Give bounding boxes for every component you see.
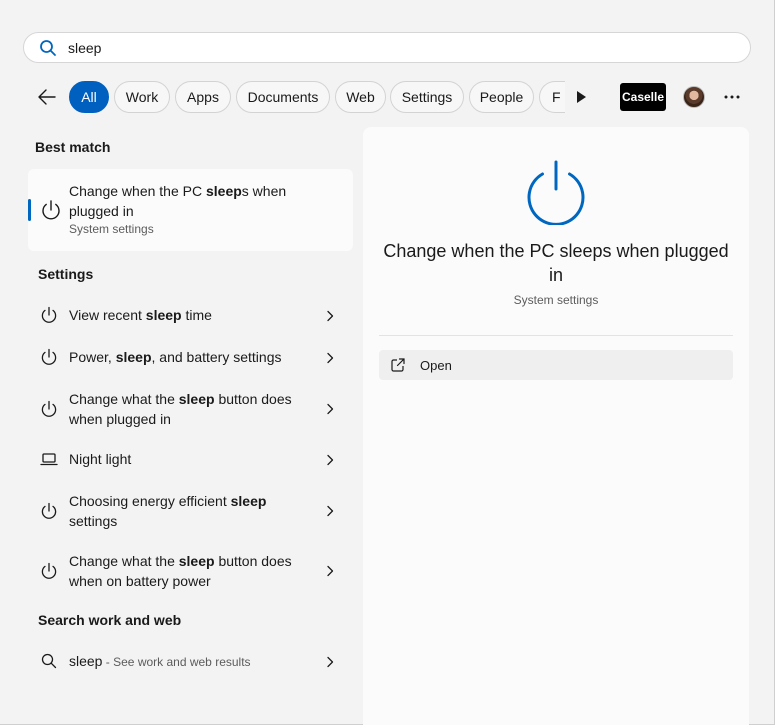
power-icon	[525, 159, 587, 226]
best-match-result[interactable]: Change when the PC sleeps when plugged i…	[28, 169, 353, 251]
search-bar[interactable]	[23, 32, 751, 63]
detail-pane: Change when the PC sleeps when plugged i…	[363, 127, 749, 725]
filter-row: All Work Apps Documents Web Settings Peo…	[33, 81, 753, 113]
web-search-result[interactable]: sleep - See work and web results	[28, 649, 353, 673]
more-options-button[interactable]	[721, 86, 743, 108]
avatar[interactable]	[683, 86, 705, 108]
best-match-subtitle: System settings	[69, 222, 154, 236]
power-icon	[40, 348, 58, 366]
label-text: Night light	[69, 451, 132, 467]
label-highlight: sleep	[178, 553, 215, 569]
chevron-right-icon	[324, 655, 336, 668]
chip-folders[interactable]: F	[539, 81, 565, 113]
settings-item-power-sleep-battery[interactable]: Power, sleep, and battery settings	[28, 345, 353, 369]
chevron-right-icon	[324, 402, 336, 415]
settings-item-sleep-button-battery[interactable]: Change what the sleep button does when o…	[28, 549, 353, 593]
open-external-icon	[390, 357, 406, 373]
label-text: Change what the	[69, 553, 179, 569]
power-icon	[40, 502, 58, 520]
scroll-right-button[interactable]	[573, 89, 589, 105]
settings-item-label: Choosing energy efficient sleep settings	[69, 491, 299, 531]
settings-item-recent-sleep[interactable]: View recent sleep time	[28, 303, 353, 327]
settings-item-energy-efficient-sleep[interactable]: Choosing energy efficient sleep settings	[28, 489, 353, 533]
settings-item-label: View recent sleep time	[69, 305, 299, 325]
settings-item-sleep-button-plugged[interactable]: Change what the sleep button does when p…	[28, 387, 353, 431]
power-icon	[40, 562, 58, 580]
settings-item-label: Change what the sleep button does when o…	[69, 551, 299, 591]
play-icon	[577, 91, 586, 103]
search-window: All Work Apps Documents Web Settings Peo…	[0, 0, 775, 725]
ellipsis-icon	[724, 95, 740, 99]
chip-people[interactable]: People	[469, 81, 534, 113]
divider	[379, 335, 733, 336]
label-text: Power,	[69, 349, 116, 365]
search-web-heading: Search work and web	[38, 612, 182, 628]
chip-apps[interactable]: Apps	[175, 81, 231, 113]
web-search-label: sleep - See work and web results	[69, 651, 299, 672]
chip-web[interactable]: Web	[335, 81, 386, 113]
settings-heading: Settings	[38, 266, 94, 282]
title-highlight: sleep	[205, 183, 242, 199]
org-badge[interactable]: Caselle	[620, 83, 666, 111]
arrow-left-icon	[38, 89, 56, 105]
label-text: Change what the	[69, 391, 179, 407]
chevron-right-icon	[324, 564, 336, 577]
label-text: time	[181, 307, 212, 323]
web-query-text: sleep	[69, 653, 103, 669]
label-text: settings	[69, 513, 118, 529]
label-highlight: sleep	[115, 349, 152, 365]
laptop-icon	[40, 450, 58, 468]
open-label: Open	[420, 357, 452, 373]
label-highlight: sleep	[145, 307, 182, 323]
search-input[interactable]	[68, 35, 668, 60]
detail-title: Change when the PC sleeps when plugged i…	[383, 241, 729, 285]
title-text: Change when the PC	[69, 183, 206, 199]
search-icon	[40, 652, 58, 670]
best-match-heading: Best match	[35, 139, 111, 155]
back-button[interactable]	[33, 85, 61, 109]
power-icon	[40, 306, 58, 324]
chip-settings[interactable]: Settings	[390, 81, 464, 113]
settings-item-label: Power, sleep, and battery settings	[69, 347, 299, 367]
open-button[interactable]: Open	[379, 350, 733, 380]
settings-item-label: Change what the sleep button does when p…	[69, 389, 299, 429]
power-icon	[40, 400, 58, 418]
label-text: View recent	[69, 307, 146, 323]
settings-item-label: Night light	[69, 449, 299, 469]
chevron-right-icon	[324, 309, 336, 322]
chevron-right-icon	[324, 453, 336, 466]
search-icon	[38, 38, 58, 58]
chevron-right-icon	[324, 504, 336, 517]
chip-documents[interactable]: Documents	[236, 81, 330, 113]
best-match-title: Change when the PC sleeps when plugged i…	[69, 181, 309, 221]
chip-all[interactable]: All	[69, 81, 109, 113]
label-highlight: sleep	[230, 493, 267, 509]
chevron-right-icon	[324, 351, 336, 364]
settings-item-night-light[interactable]: Night light	[28, 447, 353, 471]
label-text: , and battery settings	[151, 349, 282, 365]
detail-subtitle: System settings	[513, 293, 599, 307]
selection-indicator	[28, 199, 31, 221]
chip-work[interactable]: Work	[114, 81, 170, 113]
power-icon	[40, 199, 62, 221]
web-hint-text: - See work and web results	[102, 655, 251, 669]
label-text: Choosing energy efficient	[69, 493, 231, 509]
label-highlight: sleep	[178, 391, 215, 407]
